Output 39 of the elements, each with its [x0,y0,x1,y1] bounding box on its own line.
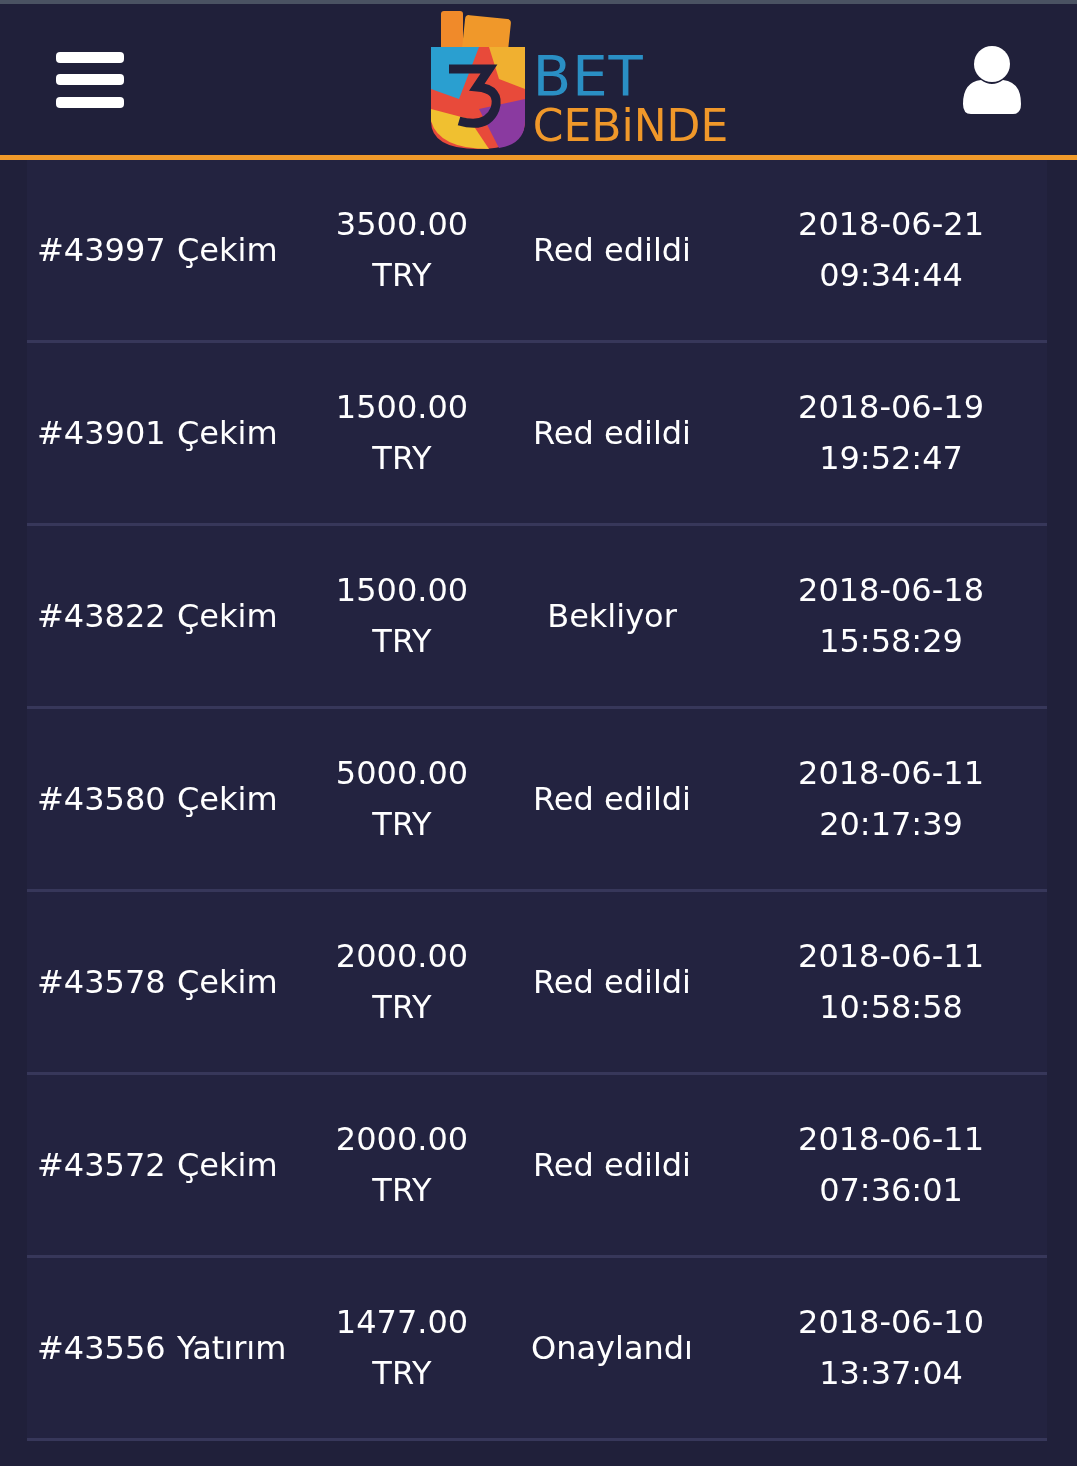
table-cell-text: Çekim [177,229,279,271]
table-cell-text: 2018-06-11 10:58:58 [797,936,985,1028]
table-cell-text: Çekim [177,595,279,637]
logo-text: BET [532,47,644,104]
table-cell-text: Çekim [177,961,279,1003]
table-cell-text: Onaylandı [530,1327,694,1369]
table-cell-text: 2018-06-21 09:34:44 [797,204,985,296]
table-cell-text: 5000.00 TRY [334,753,470,845]
table-cell-text: 2018-06-19 19:52:47 [797,387,985,479]
table-cell-text: Bekliyor [546,595,678,637]
table-cell-text: 1500.00 TRY [334,387,470,479]
table-cell-text: 2018-06-11 20:17:39 [797,753,985,845]
table-cell-text: 1477.00 TRY [334,1302,470,1394]
table-cell-text: #43572 [36,1144,167,1186]
table-cell-text: 3500.00 TRY [334,204,470,296]
table-cell-text: 2000.00 TRY [334,1119,470,1211]
table-cell-text: Red edildi [532,778,692,820]
logo-text: CEBiNDE [532,103,729,148]
table-cell-text: Çekim [177,1144,279,1186]
table-cell-text: #43580 [36,778,167,820]
table-cell-text: Red edildi [532,412,692,454]
table-cell-text: Çekim [177,412,279,454]
table-cell-text: Yatırım [177,1327,288,1369]
table-cell-text: #43578 [36,961,167,1003]
menu-icon[interactable] [56,51,124,108]
table-cell-text: #43556 [36,1327,167,1369]
table-cell-text: Red edildi [532,1144,692,1186]
table-cell-text: Çekim [177,778,279,820]
table-cell-text: #43997 [36,229,167,271]
table-cell-text: 2018-06-10 13:37:04 [797,1302,985,1394]
table-cell-text: #43901 [36,412,167,454]
table-cell-text: 2018-06-18 15:58:29 [797,570,985,662]
table-cell-text: #43822 [36,595,167,637]
user-icon[interactable] [963,45,1021,114]
table-cell-text: 2000.00 TRY [334,936,470,1028]
table-cell-text: Red edildi [532,229,692,271]
table-cell-text: Red edildi [532,961,692,1003]
table-cell-text: 1500.00 TRY [334,570,470,662]
table-cell-text: 2018-06-11 07:36:01 [797,1119,985,1211]
